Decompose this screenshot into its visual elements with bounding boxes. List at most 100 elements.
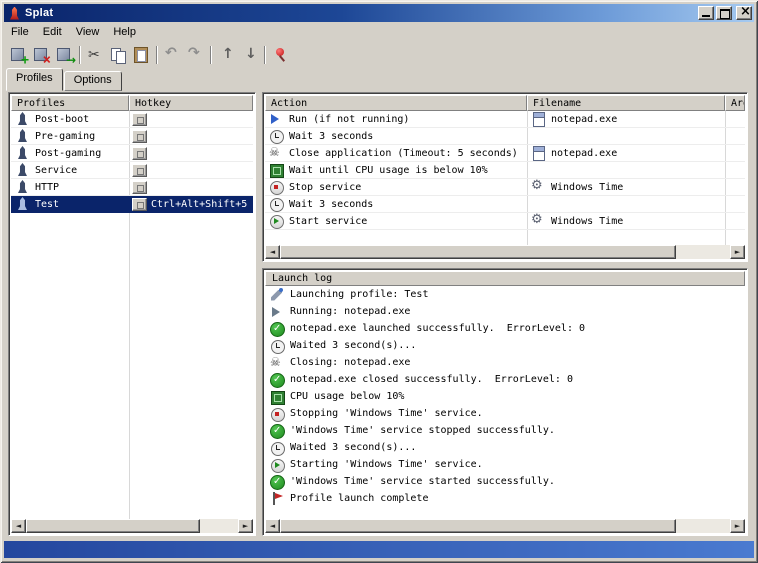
filename-text: notepad.exe xyxy=(551,114,617,125)
move-down-button[interactable] xyxy=(238,44,261,66)
log-entry[interactable]: Starting 'Windows Time' service. xyxy=(265,456,745,473)
hotkey-button[interactable] xyxy=(132,113,147,126)
app-icon xyxy=(8,7,21,20)
action-row[interactable]: Wait 3 seconds xyxy=(265,196,745,213)
arg-cell xyxy=(725,111,745,128)
log-entry[interactable]: Profile launch complete xyxy=(265,490,745,507)
tab-options[interactable]: Options xyxy=(64,71,122,91)
tab-profiles[interactable]: Profiles xyxy=(6,68,63,91)
hotkey-button[interactable] xyxy=(132,130,147,143)
copy-button[interactable] xyxy=(107,44,130,66)
actions-horizontal-scrollbar[interactable]: ◄ ► xyxy=(265,245,745,259)
profile-hotkey-cell xyxy=(129,179,253,196)
profile-icon xyxy=(14,197,30,211)
minimize-button[interactable] xyxy=(698,6,714,20)
menu-view[interactable]: View xyxy=(69,24,107,40)
action-text: Stop service xyxy=(289,182,361,193)
column-header-hotkey[interactable]: Hotkey xyxy=(129,95,253,111)
cut-button[interactable] xyxy=(84,44,107,66)
scroll-thumb[interactable] xyxy=(26,519,200,533)
column-header-action[interactable]: Action xyxy=(265,95,527,111)
filename-text: Windows Time xyxy=(551,216,623,227)
profile-name: Test xyxy=(35,199,59,210)
log-entry[interactable]: Waited 3 second(s)... xyxy=(265,337,745,354)
action-cell: Wait 3 seconds xyxy=(265,196,527,213)
action-row[interactable]: Wait until CPU usage is below 10% xyxy=(265,162,745,179)
scroll-track[interactable] xyxy=(280,519,730,533)
launch-profile-button[interactable] xyxy=(53,44,76,66)
add-profile-button[interactable] xyxy=(7,44,30,66)
scroll-track[interactable] xyxy=(280,245,730,259)
move-up-button[interactable] xyxy=(215,44,238,66)
menu-help[interactable]: Help xyxy=(106,24,143,40)
profile-row[interactable]: Post-gaming xyxy=(11,145,253,162)
log-entry[interactable]: Running: notepad.exe xyxy=(265,303,745,320)
log-entry[interactable]: 'Windows Time' service stopped successfu… xyxy=(265,422,745,439)
action-cell: Close application (Timeout: 5 seconds) xyxy=(265,145,527,162)
profile-row[interactable]: Service xyxy=(11,162,253,179)
profile-hotkey-cell xyxy=(129,111,253,128)
profile-row[interactable]: HTTP xyxy=(11,179,253,196)
arg-cell xyxy=(725,213,745,230)
scroll-left-button[interactable]: ◄ xyxy=(11,519,26,533)
scroll-left-button[interactable]: ◄ xyxy=(265,245,280,259)
toolbar-separator xyxy=(156,46,158,64)
hotkey-button[interactable] xyxy=(132,147,147,160)
action-cell: Start service xyxy=(265,213,527,230)
log-entry[interactable]: CPU usage below 10% xyxy=(265,388,745,405)
profile-icon xyxy=(14,112,30,126)
log-entry[interactable]: Waited 3 second(s)... xyxy=(265,439,745,456)
menu-bar: FileEditViewHelp xyxy=(4,23,754,41)
hotkey-button[interactable] xyxy=(132,181,147,194)
cut-icon xyxy=(87,47,104,63)
profile-row[interactable]: Pre-gaming xyxy=(11,128,253,145)
scroll-right-button[interactable]: ► xyxy=(730,245,745,259)
log-entry[interactable]: notepad.exe closed successfully. ErrorLe… xyxy=(265,371,745,388)
arg-cell xyxy=(725,128,745,145)
title-bar[interactable]: Splat xyxy=(4,4,754,22)
scroll-right-button[interactable]: ► xyxy=(730,519,745,533)
action-row[interactable]: Close application (Timeout: 5 seconds)no… xyxy=(265,145,745,162)
scroll-right-button[interactable]: ► xyxy=(238,519,253,533)
profiles-horizontal-scrollbar[interactable]: ◄ ► xyxy=(11,519,253,533)
profile-name-cell: Pre-gaming xyxy=(11,128,129,145)
actions-list: Run (if not running) notepad.exe Wait 3 se… xyxy=(265,111,745,230)
gear-icon xyxy=(530,214,546,228)
redo-button[interactable] xyxy=(184,44,207,66)
profile-hotkey-cell: Ctrl+Alt+Shift+5 xyxy=(129,196,253,213)
action-text: Run (if not running) xyxy=(289,114,409,125)
paste-button[interactable] xyxy=(130,44,153,66)
paste-icon xyxy=(133,47,150,63)
action-row[interactable]: Run (if not running) notepad.exe xyxy=(265,111,745,128)
maximize-button[interactable] xyxy=(716,6,732,20)
action-row[interactable]: Start service Windows Time xyxy=(265,213,745,230)
log-entry[interactable]: notepad.exe launched successfully. Error… xyxy=(265,320,745,337)
close-button[interactable] xyxy=(736,6,752,20)
column-header-arg[interactable]: Arg xyxy=(725,95,745,111)
window-controls xyxy=(696,6,752,20)
profile-row[interactable]: Post-boot xyxy=(11,111,253,128)
log-entry[interactable]: Launching profile: Test xyxy=(265,286,745,303)
log-horizontal-scrollbar[interactable]: ◄ ► xyxy=(265,519,745,533)
menu-edit[interactable]: Edit xyxy=(36,24,69,40)
action-row[interactable]: Stop serviceWindows Time xyxy=(265,179,745,196)
action-row[interactable]: Wait 3 seconds xyxy=(265,128,745,145)
menu-file[interactable]: File xyxy=(4,24,36,40)
scroll-thumb[interactable] xyxy=(280,245,676,259)
delete-profile-button[interactable] xyxy=(30,44,53,66)
log-entry[interactable]: Closing: notepad.exe xyxy=(265,354,745,371)
scroll-track[interactable] xyxy=(26,519,238,533)
log-entry[interactable]: Stopping 'Windows Time' service. xyxy=(265,405,745,422)
hotkey-button[interactable] xyxy=(132,198,147,211)
profile-row[interactable]: Test Ctrl+Alt+Shift+5 xyxy=(11,196,253,213)
log-entry[interactable]: 'Windows Time' service started successfu… xyxy=(265,473,745,490)
column-header-filename[interactable]: Filename xyxy=(527,95,725,111)
column-header-profiles[interactable]: Profiles xyxy=(11,95,129,111)
scroll-left-button[interactable]: ◄ xyxy=(265,519,280,533)
scroll-thumb[interactable] xyxy=(280,519,676,533)
log-text: notepad.exe closed successfully. ErrorLe… xyxy=(290,374,573,385)
undo-button[interactable] xyxy=(161,44,184,66)
pin-button[interactable] xyxy=(269,44,292,66)
hotkey-button[interactable] xyxy=(132,164,147,177)
running-icon xyxy=(269,305,285,319)
